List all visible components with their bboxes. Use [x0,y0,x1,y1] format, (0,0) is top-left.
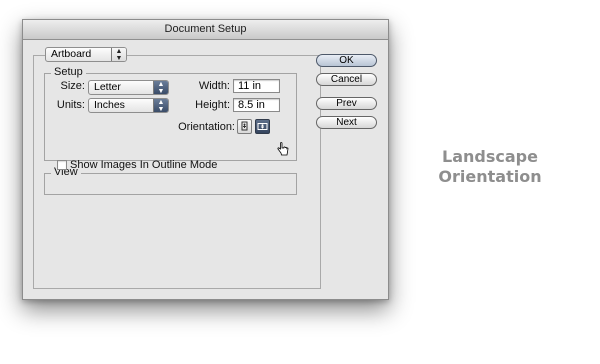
units-dropdown[interactable]: Inches ▲ ▼ [88,98,169,113]
ok-button[interactable]: OK [316,54,377,67]
width-field[interactable]: 11 in [233,79,280,93]
caption: Landscape Orientation [430,147,550,187]
artboard-dropdown[interactable]: Artboard ▲ ▼ [45,47,127,62]
landscape-orientation-button[interactable] [255,119,270,134]
hand-cursor-icon [277,142,289,156]
units-dropdown-value: Inches [94,99,125,111]
cancel-button[interactable]: Cancel [316,73,377,86]
show-images-outline-checkbox[interactable] [57,160,67,170]
size-dropdown-value: Letter [94,81,121,93]
setup-legend: Setup [51,66,86,78]
units-label: Units: [56,99,85,111]
landscape-orientation-icon [257,123,268,130]
width-label: Width: [198,80,230,92]
chevron-updown-icon: ▲ ▼ [153,99,168,113]
next-button[interactable]: Next [316,116,377,129]
portrait-orientation-button[interactable] [237,119,252,134]
caption-line-1: Landscape [442,147,538,166]
height-field[interactable]: 8.5 in [233,98,280,112]
height-label: Height: [195,99,230,111]
chevron-updown-icon: ▲ ▼ [153,81,168,95]
artboard-dropdown-value: Artboard [51,48,92,60]
orientation-label: Orientation: [178,121,235,133]
show-images-outline-label[interactable]: Show Images In Outline Mode [70,159,217,171]
dialog-title: Document Setup [23,20,388,40]
portrait-orientation-icon [241,121,248,131]
caption-line-2: Orientation [438,167,542,186]
prev-button[interactable]: Prev [316,97,377,110]
chevron-updown-icon: ▲ ▼ [111,48,126,62]
size-dropdown[interactable]: Letter ▲ ▼ [88,80,169,95]
size-label: Size: [60,80,85,92]
document-setup-dialog: Document Setup Artboard ▲ ▼ Setup Size: L… [22,19,389,300]
view-group: View [44,166,297,195]
